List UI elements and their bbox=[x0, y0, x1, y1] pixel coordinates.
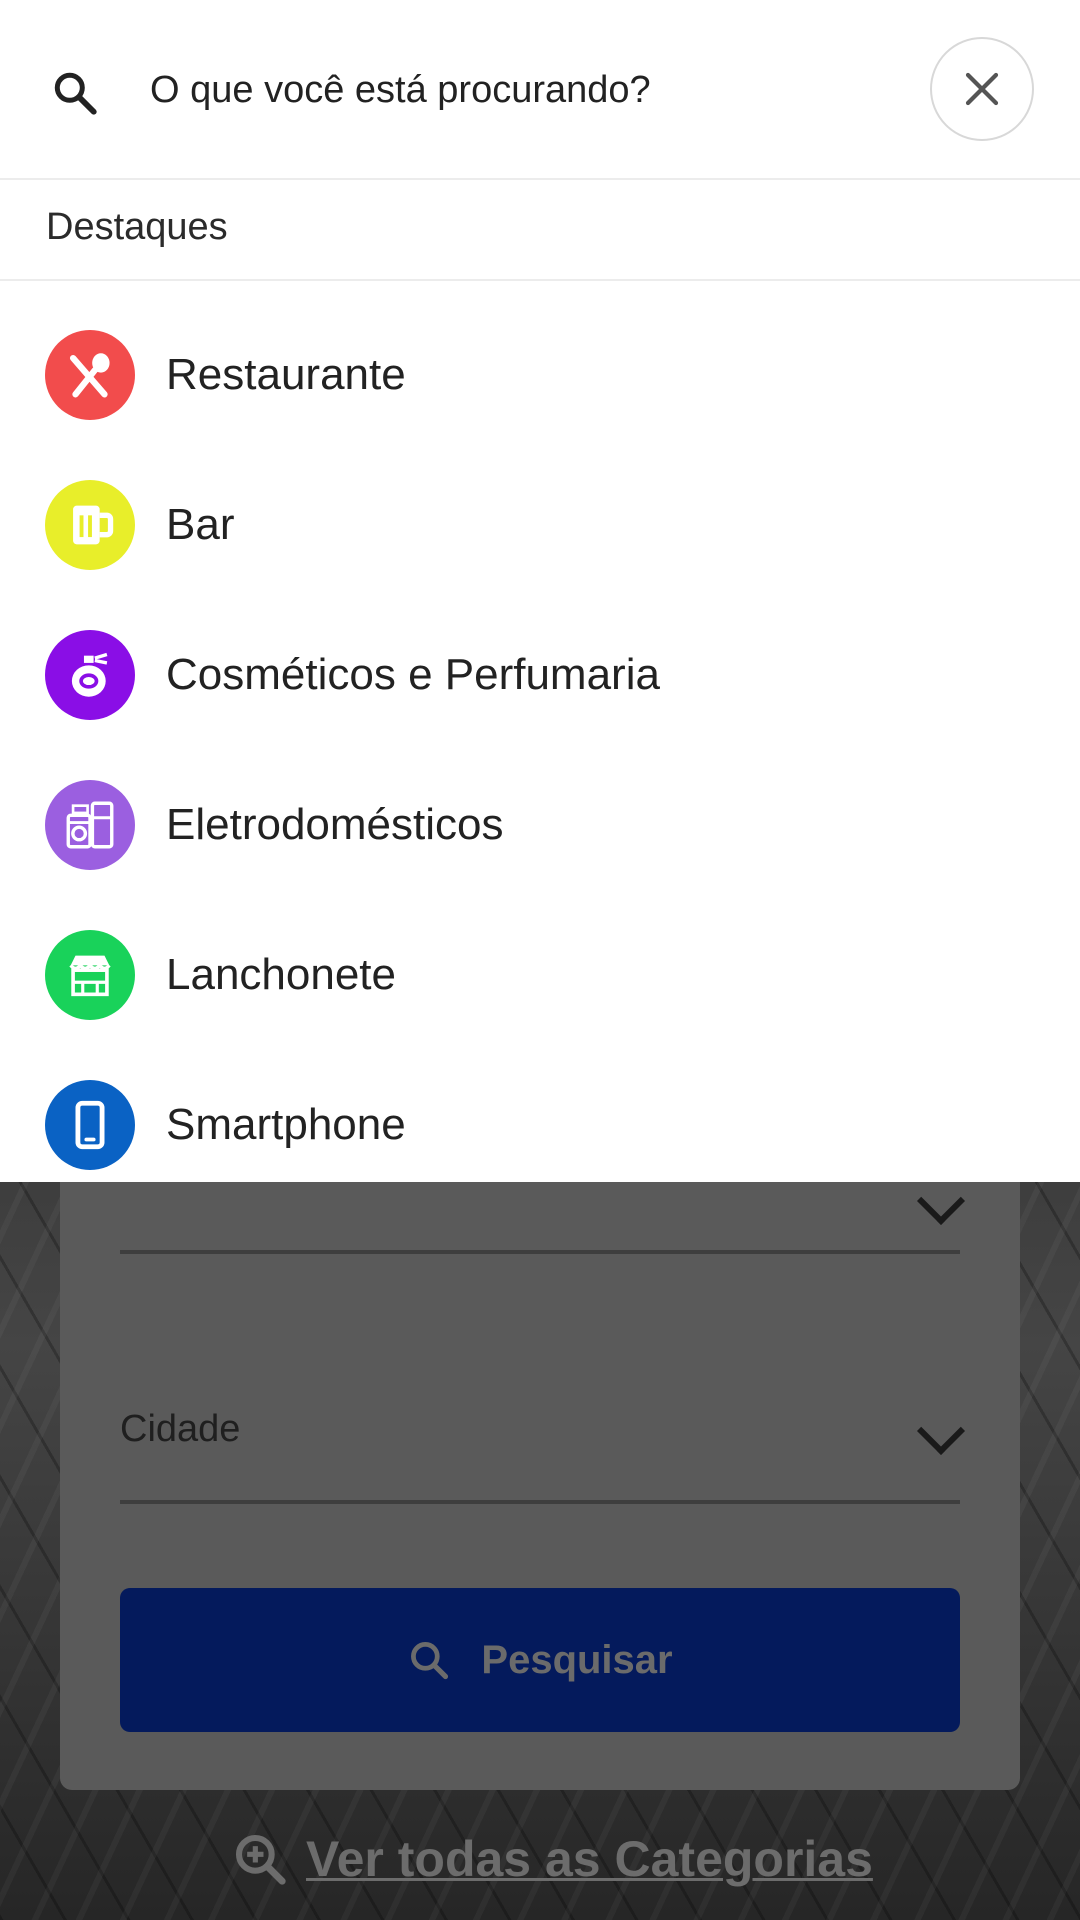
divider bbox=[0, 279, 1080, 281]
city-select[interactable]: Cidade bbox=[120, 1350, 966, 1504]
category-item-eletrodomesticos[interactable]: Eletrodomésticos bbox=[0, 750, 1080, 900]
appliances-icon bbox=[45, 780, 135, 870]
all-categories-link[interactable]: Ver todas as Categorias bbox=[232, 1830, 873, 1888]
fork-spoon-icon bbox=[45, 330, 135, 420]
search-icon bbox=[411, 1642, 449, 1680]
perfume-bottle-icon bbox=[45, 630, 135, 720]
category-label: Eletrodomésticos bbox=[166, 800, 504, 849]
search-header bbox=[0, 0, 1080, 180]
search-sheet: Destaques Restaurante bbox=[0, 0, 1080, 1182]
category-item-bar[interactable]: Bar bbox=[0, 450, 1080, 600]
close-icon bbox=[965, 72, 999, 106]
category-label: Restaurante bbox=[166, 350, 406, 399]
chevron-down-icon bbox=[916, 1406, 966, 1456]
search-submit-button[interactable]: Pesquisar bbox=[120, 1588, 960, 1732]
category-label: Bar bbox=[166, 500, 235, 549]
search-icon bbox=[54, 72, 97, 115]
beer-mug-icon bbox=[45, 480, 135, 570]
zoom-in-icon bbox=[235, 1834, 286, 1885]
snack-bar-storefront-icon bbox=[45, 930, 135, 1020]
search-input[interactable] bbox=[150, 56, 910, 124]
category-label: Lanchonete bbox=[166, 950, 396, 999]
category-label: Smartphone bbox=[166, 1100, 406, 1149]
close-button[interactable] bbox=[930, 37, 1034, 141]
category-label: Cosméticos e Perfumaria bbox=[166, 650, 660, 699]
highlights-title: Destaques bbox=[46, 206, 228, 248]
category-item-smartphone[interactable]: Smartphone bbox=[0, 1050, 1080, 1200]
search-form-card: Cidade Pesquisar bbox=[60, 1100, 1020, 1790]
all-categories-label: Ver todas as Categorias bbox=[306, 1831, 873, 1887]
category-item-lanchonete[interactable]: Lanchonete bbox=[0, 900, 1080, 1050]
city-label: Cidade bbox=[120, 1408, 241, 1450]
highlights-list: Restaurante Bar Cosméticos e Perfumaria … bbox=[0, 300, 1080, 1200]
smartphone-icon bbox=[45, 1080, 135, 1170]
category-item-restaurante[interactable]: Restaurante bbox=[0, 300, 1080, 450]
category-item-cosmeticos[interactable]: Cosméticos e Perfumaria bbox=[0, 600, 1080, 750]
search-submit-label: Pesquisar bbox=[481, 1637, 673, 1682]
